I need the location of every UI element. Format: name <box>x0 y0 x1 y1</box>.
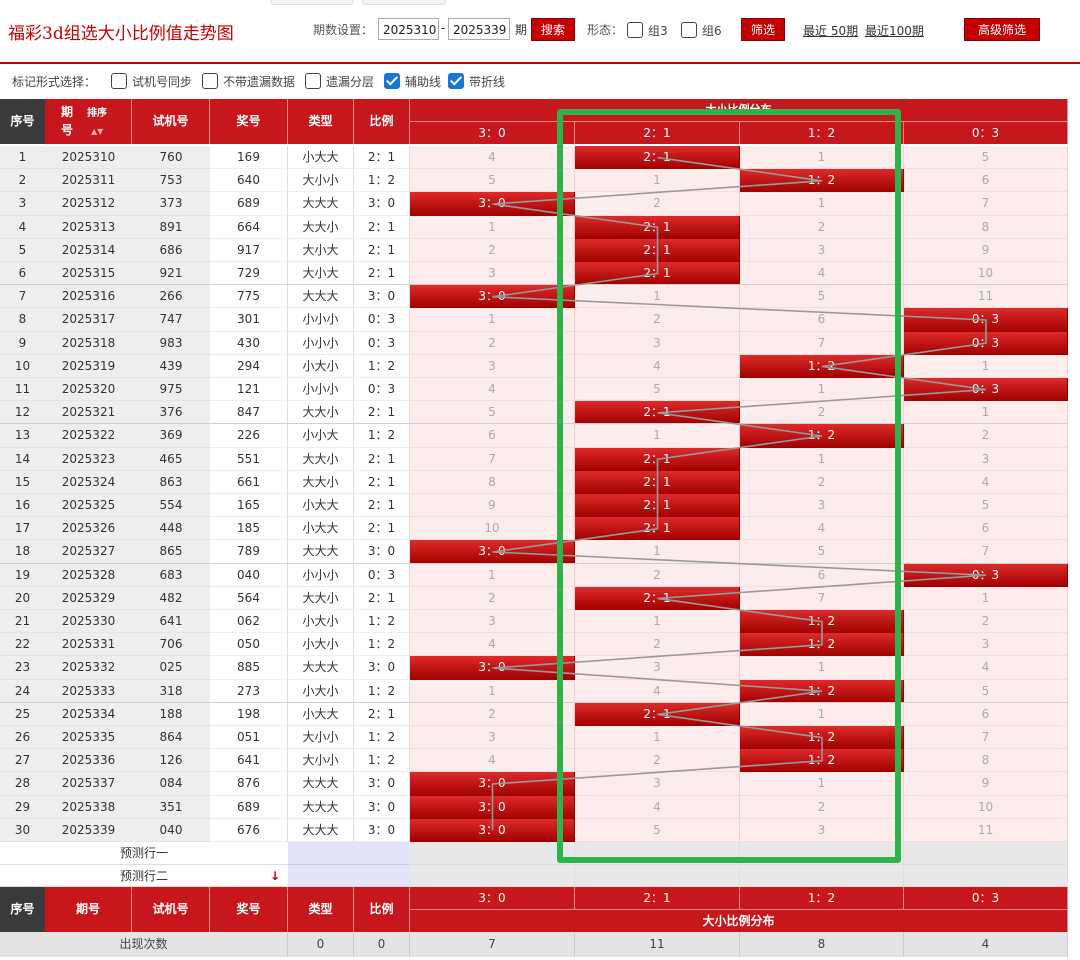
trend-polyline <box>491 156 987 831</box>
trend-line <box>491 156 987 831</box>
